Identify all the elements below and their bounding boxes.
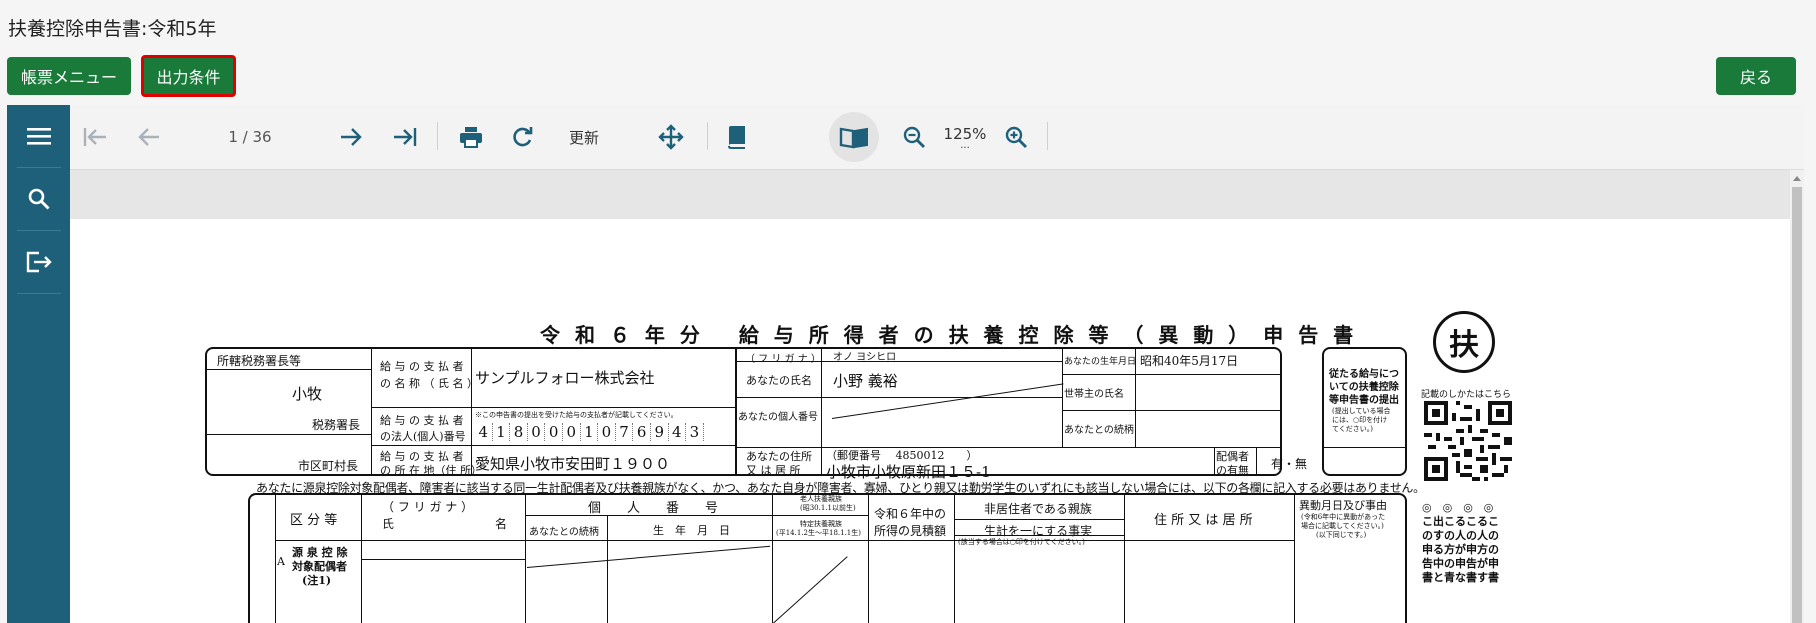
payer-address-value: 愛知県小牧市安田町１９００: [475, 455, 671, 473]
furigana-label: （ フ リ ガ ナ ）: [745, 354, 821, 365]
city-suffix: 市区町村長: [298, 459, 359, 473]
print-icon[interactable]: [454, 105, 488, 169]
viewer-sidebar: [7, 105, 70, 623]
row-a-label-3: (注1): [302, 574, 332, 587]
search-icon[interactable]: [7, 168, 70, 230]
viewer-top-margin: [70, 170, 1790, 219]
col-special-2: (平14.1.2生～平18.1.1生): [776, 529, 861, 537]
zoom-out-icon[interactable]: [897, 105, 931, 169]
payer-number-digits: 4180001076943: [475, 423, 704, 441]
zoom-in-icon[interactable]: [999, 105, 1033, 169]
col-income-1: 令和６年中の: [874, 507, 947, 521]
col-livelihood-note: (該当する場合は○印を付けてください。): [958, 538, 1085, 546]
right-note-line-6: 書と青な書す書: [1422, 571, 1499, 584]
col-name-1: 氏: [382, 517, 395, 531]
relation-label: あなたとの続柄: [1064, 425, 1134, 436]
side-note-small-3: てください。): [1332, 425, 1374, 433]
address-label-2: 又 は 居 所: [746, 464, 801, 477]
col-nonresident: 非居住者である親族: [984, 502, 1092, 516]
toolbar-divider: [437, 122, 438, 150]
book-view-icon[interactable]: [837, 105, 871, 169]
col-birth: 生 年 月 日: [653, 524, 730, 537]
fu-seal-icon: 扶: [1433, 311, 1495, 373]
form-menu-button[interactable]: 帳票メニュー: [7, 57, 131, 95]
payer-number-label-2: の法人(個人)番号: [380, 430, 466, 443]
col-elder-2: (昭30.1.1以前生): [800, 504, 856, 512]
exit-icon[interactable]: [7, 231, 70, 293]
page-title: 扶養控除申告書:令和5年: [8, 18, 217, 40]
report-viewer: 1 / 36 更新 125% ... 令 和 ６ 年 分 給 与 所 得 者 の…: [7, 105, 1804, 623]
vertical-scrollbar[interactable]: [1790, 170, 1804, 623]
furigana-value: オノ ヨシヒロ: [833, 352, 897, 363]
document-page: 令 和 ６ 年 分 給 与 所 得 者 の 扶 養 控 除 等 （ 異 動 ） …: [70, 219, 1790, 623]
tax-office-value: 小牧: [292, 385, 323, 403]
payer-name-value: サンプルフォロー株式会社: [475, 369, 655, 387]
payer-name-label-1: 給 与 の 支 払 者: [380, 360, 464, 373]
page-indicator[interactable]: 1 / 36: [220, 105, 280, 169]
col-name-2: 名: [495, 517, 508, 531]
prev-page-icon[interactable]: [132, 105, 166, 169]
qr-caption[interactable]: 記載のしかたはこちら: [1421, 387, 1511, 400]
qr-code-icon[interactable]: [1424, 401, 1512, 481]
output-condition-button[interactable]: 出力条件: [141, 55, 236, 97]
birth-value: 昭和40年5月17日: [1140, 354, 1239, 368]
zoom-level[interactable]: 125% ...: [940, 105, 990, 169]
col-address: 住 所 又 は 居 所: [1154, 513, 1253, 528]
col-kojin: 個 人 番 号: [588, 501, 719, 516]
spouse-value: 有・無: [1271, 457, 1308, 471]
col-change-4: (以下同じです。): [1316, 531, 1367, 539]
payer-address-label-2: の 所 在 地（住 所）: [380, 464, 482, 477]
birth-label: あなたの生年月日: [1064, 357, 1137, 367]
side-note-line-3: 等申告書の提出: [1329, 395, 1399, 406]
zoom-dropdown-dots[interactable]: ...: [960, 141, 970, 151]
scrollbar-thumb[interactable]: [1792, 187, 1802, 623]
col-income-2: 所得の見積額: [874, 524, 947, 538]
document-title: 令 和 ６ 年 分 給 与 所 得 者 の 扶 養 控 除 等 （ 異 動 ） …: [540, 323, 1358, 347]
payer-name-label-2: の 名 称 （ 氏 名 ）: [380, 377, 478, 390]
col-kubun: 区 分 等: [290, 513, 338, 528]
name-label: あなたの氏名: [746, 374, 812, 387]
sidebar-divider: [17, 293, 61, 294]
back-button[interactable]: 戻る: [1716, 57, 1796, 95]
scroll-up-arrow-icon[interactable]: [1793, 176, 1801, 181]
toolbar-divider: [707, 122, 708, 150]
next-page-icon[interactable]: [334, 105, 368, 169]
move-icon[interactable]: [654, 105, 688, 169]
hamburger-icon[interactable]: [7, 105, 70, 167]
tax-office-label: 所轄税務署長等: [217, 354, 302, 368]
name-value: 小野 義裕: [833, 372, 898, 390]
payer-number-note: ※この申告書の提出を受けた給与の支払者が記載してください。: [475, 411, 678, 419]
col-furigana: （ フ リ ガ ナ ）: [382, 500, 474, 514]
col-change-1: 異動月日及び事由: [1299, 499, 1387, 512]
toolbar-divider: [1047, 122, 1048, 150]
first-page-icon[interactable]: [78, 105, 112, 169]
spouse-label-2: の有無: [1216, 464, 1249, 477]
rotate-icon[interactable]: [506, 105, 540, 169]
householder-label: 世帯主の氏名: [1064, 389, 1124, 400]
single-page-icon[interactable]: [720, 105, 754, 169]
refresh-button[interactable]: 更新: [564, 105, 604, 169]
last-page-icon[interactable]: [388, 105, 422, 169]
tax-office-suffix: 税務署長: [312, 418, 361, 432]
my-number-label: あなたの個人番号: [738, 412, 818, 423]
row-a-mark: A: [277, 555, 285, 568]
payer-number-label-1: 給 与 の 支 払 者: [380, 414, 464, 427]
col-relation: あなたとの続柄: [529, 527, 599, 538]
viewer-toolbar: 1 / 36 更新 125% ...: [70, 105, 1804, 170]
